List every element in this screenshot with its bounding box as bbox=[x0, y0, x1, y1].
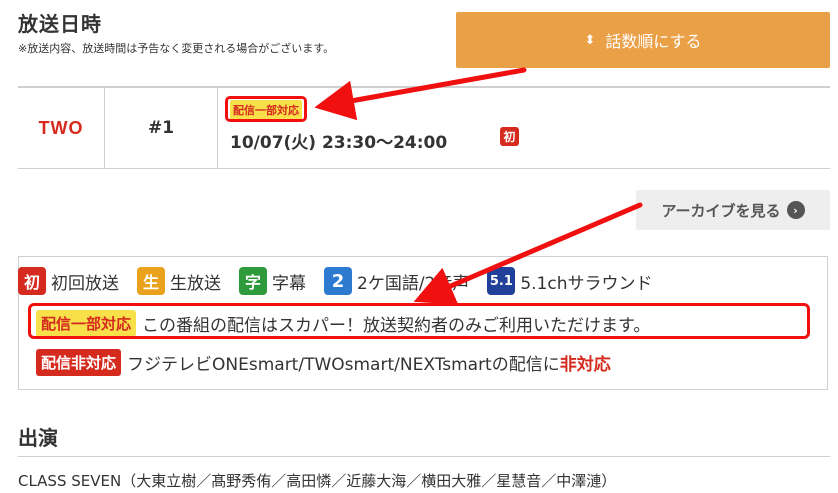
no-delivery-text: フジテレビONEsmart/TWOsmart/NEXTsmartの配信に bbox=[127, 354, 560, 375]
legend-item-live: 生 生放送 bbox=[137, 267, 221, 295]
live-broadcast-icon: 生 bbox=[137, 267, 165, 295]
section-title-cast: 出演 bbox=[18, 426, 58, 450]
schedule-notice: ※放送内容、放送時間は予告なく変更される場合がございます。 bbox=[18, 42, 335, 55]
legend-item-first: 初 初回放送 bbox=[18, 267, 119, 295]
channel-logo: TWO bbox=[38, 117, 84, 138]
sort-button-label: 話数順にする bbox=[605, 32, 702, 51]
no-delivery-text-emphasis: 非対応 bbox=[559, 354, 611, 375]
airdate-cell: 配信一部対応 10/07(火) 23:30～24:00 初 bbox=[218, 88, 830, 168]
surround-icon: 5.1 bbox=[487, 267, 516, 295]
section-title-broadcast: 放送日時 bbox=[18, 12, 102, 36]
bilingual-icon: 2 bbox=[324, 267, 352, 295]
view-archive-button[interactable]: アーカイブを見る › bbox=[636, 190, 830, 230]
first-broadcast-icon: 初 bbox=[18, 267, 46, 295]
annotation-highlight-box bbox=[28, 303, 810, 339]
no-delivery-badge: 配信非対応 bbox=[36, 348, 122, 376]
legend-item-subtitle: 字 字幕 bbox=[239, 267, 306, 295]
episode-number: #1 bbox=[105, 88, 218, 168]
airdate-text: 10/07(火) 23:30～24:00 bbox=[230, 133, 448, 153]
legend-item-surround: 5.1 5.1chサラウンド bbox=[487, 267, 653, 295]
channel-cell: TWO bbox=[18, 88, 105, 168]
annotation-arrows bbox=[314, 67, 643, 305]
sort-icon: ⬍ bbox=[584, 32, 596, 48]
episode-table: TWO #1 配信一部対応 10/07(火) 23:30～24:00 初 bbox=[18, 86, 830, 169]
subtitle-icon: 字 bbox=[239, 267, 267, 295]
legend-row-icons: 初 初回放送 生 生放送 字 字幕 2 2ケ国語/2音声 5.1 5.1chサラ… bbox=[18, 266, 671, 296]
first-broadcast-icon: 初 bbox=[500, 127, 519, 146]
legend-label: 生放送 bbox=[170, 273, 221, 294]
legend-label: 字幕 bbox=[272, 273, 306, 294]
archive-button-label: アーカイブを見る bbox=[661, 201, 781, 220]
annotation-highlight-box bbox=[225, 96, 307, 122]
legend-item-bilingual: 2 2ケ国語/2音声 bbox=[324, 267, 469, 295]
cast-list: CLASS SEVEN（大東立樹／髙野秀侑／高田憐／近藤大海／横田大雅／星慧音／… bbox=[18, 472, 617, 490]
sort-by-episode-button[interactable]: ⬍ 話数順にする bbox=[456, 12, 830, 68]
legend-row-none: 配信非対応 フジテレビONEsmart/TWOsmart/NEXTsmartの配… bbox=[36, 347, 611, 377]
legend-label: 2ケ国語/2音声 bbox=[357, 273, 470, 294]
legend-label: 初回放送 bbox=[51, 273, 119, 294]
divider bbox=[18, 456, 830, 457]
chevron-right-icon: › bbox=[786, 201, 805, 219]
legend-label: 5.1chサラウンド bbox=[520, 273, 653, 294]
